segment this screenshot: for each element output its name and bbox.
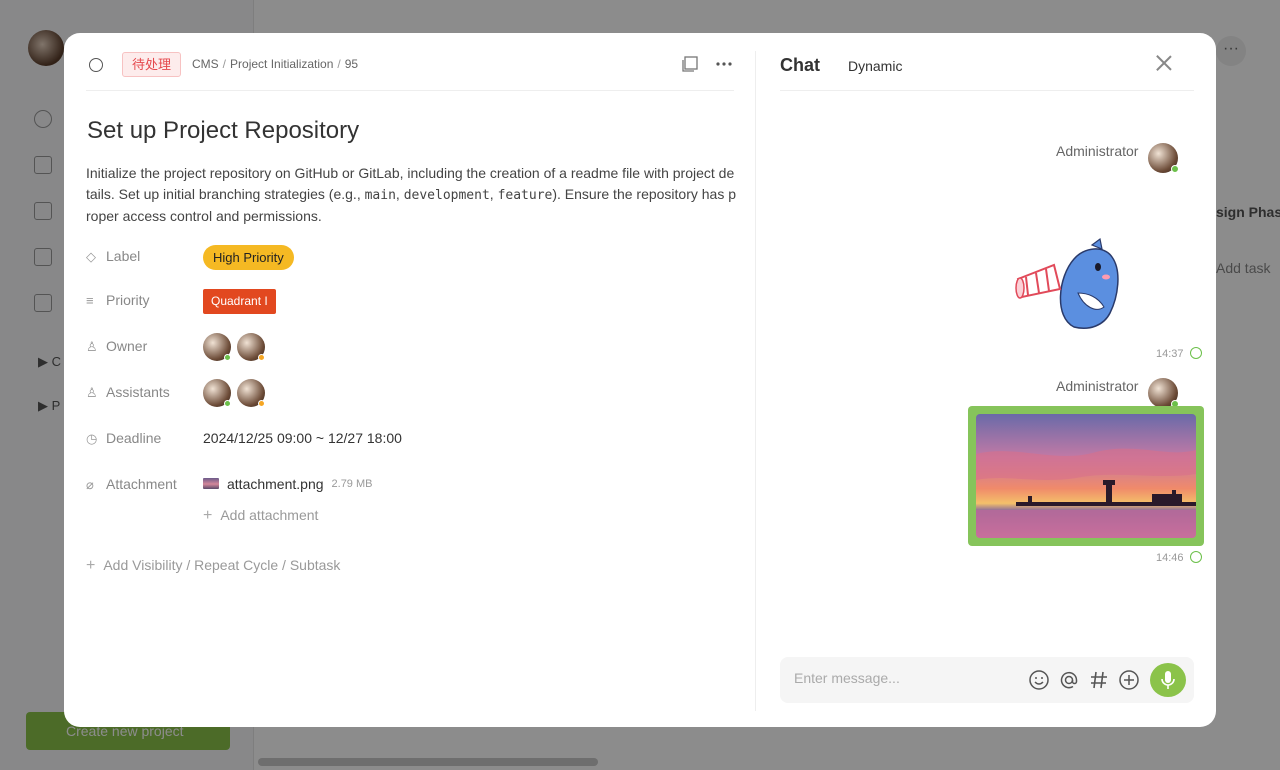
emoji-icon[interactable] [1028,669,1050,691]
message-avatar[interactable] [1148,143,1179,173]
message-time: 14:37 [1156,347,1202,360]
sunset-pier-image [976,414,1196,538]
status-badge[interactable]: 待处理 [122,52,182,77]
task-detail-panel: 待处理 CMS / Project Initialization/95 Set up… [64,33,755,727]
field-name: ◇ Label [86,248,141,264]
clock-icon: ◷ [86,431,98,446]
copy-icon[interactable] [680,55,700,75]
breadcrumb-item[interactable]: CMS [192,57,219,71]
field-priority-row: ≡ Priority Quadrant I [86,289,726,314]
message-author: Administrator [1056,378,1139,394]
attachment-thumbnail [203,478,219,490]
attachment-name[interactable]: attachment.png [227,476,324,492]
task-title[interactable]: Set up Project Repository [87,117,359,145]
chat-tabs: Chat Dynamic [780,53,1194,91]
owner-avatar[interactable] [237,333,265,361]
field-name: ◷ Deadline [86,430,162,446]
field-attachment-row: ⌀ Attachment attachment.png 2.79 MB + Add a… [86,473,726,524]
users-icon: ♙ [86,385,98,400]
message-composer [780,657,1194,703]
field-name: ♙ Owner [86,338,148,354]
message-avatar[interactable] [1148,378,1179,408]
field-name: ≡ Priority [86,292,150,308]
paperclip-icon: ⌀ [86,477,94,492]
field-label-row: ◇ Label High Priority [86,245,726,270]
breadcrumb: CMS / Project Initialization/95 [192,57,359,71]
priority-icon: ≡ [86,293,94,308]
mention-icon[interactable] [1058,669,1080,691]
more-options-icon[interactable] [714,55,734,75]
task-header: 待处理 CMS / Project Initialization/95 [86,49,734,91]
owner-avatar[interactable] [203,333,231,361]
breadcrumb-item[interactable]: Project Initialization [230,57,333,71]
plus-icon: + [203,507,213,524]
read-check-icon [1189,347,1202,359]
breadcrumb-item: 95 [344,57,359,71]
task-detail-modal: 待处理 CMS / Project Initialization/95 Set up… [64,33,1216,727]
read-check-icon [1189,551,1202,563]
tag-icon: ◇ [86,249,96,264]
deadline-value[interactable]: 2024/12/25 09:00 ~ 12/27 18:00 [203,430,402,446]
close-icon[interactable] [1154,53,1174,73]
message-input[interactable] [794,670,1014,686]
image-message[interactable] [968,406,1204,546]
microphone-icon [1161,671,1175,689]
field-name: ⌀ Attachment [86,476,177,492]
field-assistants-row: ♙ Assistants [86,379,726,407]
add-attachment-button[interactable]: + Add attachment [203,507,318,524]
field-deadline-row: ◷ Deadline 2024/12/25 09:00 ~ 12/27 18:00 [86,427,726,451]
complete-toggle[interactable] [89,58,103,72]
add-circle-icon[interactable] [1118,669,1140,691]
assistant-avatar[interactable] [237,379,265,407]
assistant-avatar[interactable] [203,379,231,407]
chat-panel: Chat Dynamic Administrator 14:37 Adminis… [756,33,1216,727]
user-icon: ♙ [86,339,98,354]
hashtag-icon[interactable] [1088,669,1110,691]
plus-icon: + [86,557,96,574]
add-extra-fields-button[interactable]: + Add Visibility / Repeat Cycle / Subtask [86,557,340,575]
field-owner-row: ♙ Owner [86,333,726,361]
voice-button[interactable] [1150,663,1186,697]
tab-chat[interactable]: Chat [780,55,820,76]
task-description[interactable]: Initialize the project repository on Git… [86,163,736,227]
attachment-size: 2.79 MB [331,477,373,490]
label-tag[interactable]: High Priority [203,245,294,270]
dolphin-sticker[interactable] [1014,237,1128,333]
message-author: Administrator [1056,143,1139,159]
field-name: ♙ Assistants [86,384,170,400]
message-time: 14:46 [1156,551,1202,564]
priority-tag[interactable]: Quadrant I [203,289,276,314]
tab-dynamic[interactable]: Dynamic [848,58,902,74]
